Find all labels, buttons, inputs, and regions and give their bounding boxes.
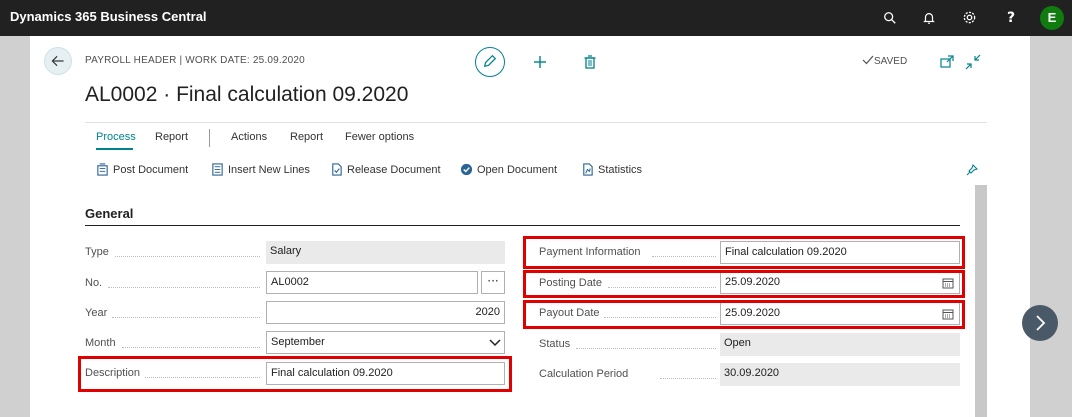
- insert-lines-icon: [212, 163, 223, 176]
- post-document-icon: [97, 163, 108, 176]
- highlight-payment-information: [523, 236, 965, 269]
- chevron-down-icon[interactable]: [489, 339, 501, 347]
- app-title[interactable]: Dynamics 365 Business Central: [10, 9, 207, 24]
- saved-status: SAVED: [862, 55, 907, 67]
- insert-new-lines-button[interactable]: Insert New Lines: [211, 163, 310, 176]
- label-dots: [122, 347, 260, 348]
- post-document-label: Post Document: [113, 163, 189, 176]
- status-field: Open: [720, 333, 960, 356]
- no-assist-button[interactable]: ···: [481, 271, 505, 294]
- top-bar: Dynamics 365 Business Central ? E: [0, 0, 1072, 36]
- label-dots: [576, 348, 716, 349]
- no-field[interactable]: AL0002: [266, 271, 478, 294]
- plus-icon[interactable]: [531, 53, 549, 71]
- avatar[interactable]: E: [1040, 6, 1064, 30]
- statistics-button[interactable]: Statistics: [581, 163, 642, 176]
- edit-button[interactable]: [475, 47, 505, 77]
- no-label: No.: [85, 277, 103, 289]
- trash-icon[interactable]: [581, 53, 599, 71]
- label-dots: [112, 317, 260, 318]
- menu-report[interactable]: Report: [290, 131, 323, 143]
- highlight-posting-date: [523, 270, 965, 298]
- open-document-label: Open Document: [477, 163, 558, 176]
- release-document-label: Release Document: [347, 163, 441, 176]
- menu-fewer-options[interactable]: Fewer options: [345, 131, 414, 143]
- check-icon: [862, 55, 874, 65]
- type-label: Type: [85, 246, 109, 258]
- open-document-button[interactable]: Open Document: [460, 163, 557, 176]
- post-document-button[interactable]: Post Document: [96, 163, 188, 176]
- help-icon[interactable]: ?: [1002, 9, 1020, 27]
- tab-report[interactable]: Report: [155, 131, 188, 143]
- calculation-period-field: 30.09.2020: [720, 363, 960, 386]
- gear-icon[interactable]: [960, 9, 978, 27]
- calculation-period-label: Calculation Period: [539, 368, 629, 380]
- saved-label: SAVED: [874, 56, 908, 67]
- insert-new-lines-label: Insert New Lines: [228, 163, 310, 176]
- month-select[interactable]: September: [266, 331, 505, 354]
- type-field: Salary: [266, 241, 505, 264]
- bell-icon[interactable]: [920, 9, 938, 27]
- breadcrumb: PAYROLL HEADER | WORK DATE: 25.09.2020: [85, 55, 305, 66]
- action-bar-divider: [85, 122, 987, 123]
- menu-separator: [209, 129, 210, 147]
- status-label: Status: [539, 338, 571, 350]
- statistics-label: Statistics: [598, 163, 643, 176]
- label-dots: [660, 378, 716, 379]
- highlight-payout-date: [523, 300, 965, 329]
- month-label: Month: [85, 337, 116, 349]
- label-dots: [115, 256, 260, 257]
- pin-icon[interactable]: [965, 163, 979, 177]
- label-dots: [108, 287, 260, 288]
- year-field[interactable]: 2020: [266, 301, 505, 324]
- back-button[interactable]: [44, 47, 72, 75]
- page-title: AL0002 · Final calculation 09.2020: [85, 83, 409, 106]
- pencil-icon: [483, 54, 497, 68]
- next-record-button[interactable]: [1022, 305, 1058, 341]
- section-title-general[interactable]: General: [85, 206, 133, 221]
- tab-process[interactable]: Process: [96, 131, 136, 143]
- chevron-right-icon: [1036, 315, 1046, 331]
- release-document-button[interactable]: Release Document: [330, 163, 441, 176]
- statistics-icon: [583, 163, 593, 176]
- release-document-icon: [332, 163, 342, 176]
- highlight-description: [78, 356, 512, 392]
- menu-actions[interactable]: Actions: [231, 131, 267, 143]
- search-icon[interactable]: [881, 9, 899, 27]
- section-divider: [85, 225, 960, 226]
- open-new-window-icon[interactable]: [938, 53, 956, 71]
- collapse-icon[interactable]: [964, 53, 982, 71]
- arrow-left-icon: [51, 55, 64, 67]
- tab-process-underline: [96, 148, 133, 150]
- scrollbar[interactable]: [975, 185, 987, 417]
- year-label: Year: [85, 307, 108, 319]
- open-document-icon: [460, 163, 473, 176]
